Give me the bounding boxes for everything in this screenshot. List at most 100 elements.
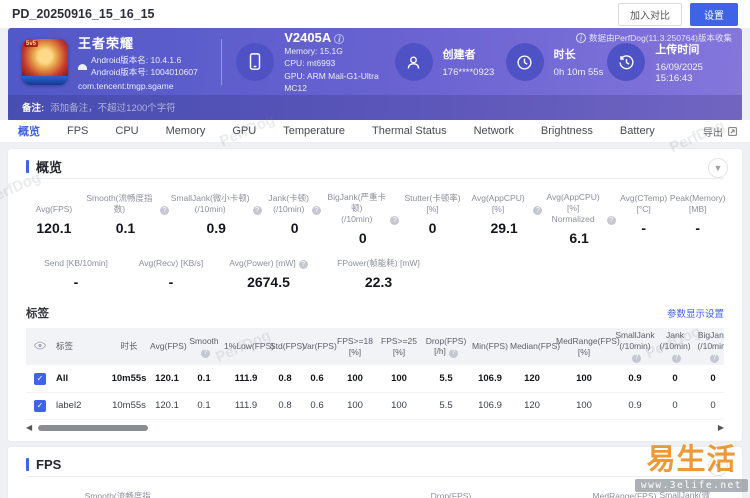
column-header: Var(FPS) <box>301 328 333 365</box>
help-icon[interactable]: ? <box>312 206 321 215</box>
param-display-settings-link[interactable]: 参数显示设置 <box>667 306 724 320</box>
metric-value: - <box>616 220 672 236</box>
eye-icon <box>34 341 46 350</box>
upload-value: 16/09/2025 15:16:43 <box>655 62 728 84</box>
metric: Avg(Recv) [KB/s]- <box>126 258 216 290</box>
labels-title: 标签 <box>26 305 49 321</box>
checkbox-cell <box>26 365 54 392</box>
help-icon[interactable]: ? <box>607 216 616 225</box>
note-field[interactable]: 备注: 添加备注，不超过1200个字符 <box>8 95 742 120</box>
metric: Avg(FPS)120.1 <box>26 490 82 498</box>
top-bar: PD_20250916_15_16_15 加入对比 设置 <box>0 0 750 28</box>
metric-label: Avg(AppCPU) [%] Normalized? <box>542 192 615 225</box>
tab-temperature[interactable]: Temperature <box>283 125 345 137</box>
value-cell: 0 <box>657 365 693 392</box>
creator-label: 创建者 <box>443 46 495 62</box>
export-button[interactable]: 导出 <box>703 120 738 142</box>
tab-fps[interactable]: FPS <box>67 125 88 137</box>
value-cell: 0 <box>693 392 724 419</box>
metric: Avg(FPS)120.1 <box>26 192 82 246</box>
metric-value: 29.1 <box>466 220 543 236</box>
metric: SmallJank(微小卡顿) (/10min)?0.9 <box>169 192 263 246</box>
tab-brightness[interactable]: Brightness <box>541 125 593 137</box>
collapse-overview-button[interactable]: ▼ <box>708 158 728 178</box>
labels-table: 标签时长Avg(FPS)Smooth?1%Low(FPS)Std(FPS)Var… <box>26 328 724 420</box>
value-cell: 0.8 <box>269 392 301 419</box>
device-info-icon[interactable]: i <box>334 34 344 44</box>
checkbox[interactable] <box>34 400 46 412</box>
overview-section: 概览 ▼ Avg(FPS)120.1Smooth(流畅度指数)?0.1Small… <box>8 149 742 441</box>
metric: Avg(AppCPU) [%] Normalized?6.1 <box>542 192 615 246</box>
column-header: Avg(FPS) <box>149 328 185 365</box>
metric-label: FPS>=25 [%] <box>371 490 427 498</box>
tab-bar: 概览 FPS CPU Memory GPU Temperature Thermal Stat… <box>0 120 750 143</box>
help-icon[interactable]: ? <box>160 206 169 215</box>
checkbox[interactable] <box>34 373 46 385</box>
metric-label: SmallJank(微小卡顿) (/10min)? <box>169 192 263 215</box>
metric-value: 0 <box>263 220 326 236</box>
tab-overview[interactable]: 概览 <box>18 123 40 139</box>
help-icon[interactable]: ? <box>632 354 641 363</box>
help-icon[interactable]: ? <box>449 349 458 358</box>
device-gpu: GPU: ARM Mali-G1-Ultra MC12 <box>284 70 394 95</box>
add-to-compare-button[interactable]: 加入对比 <box>618 3 682 26</box>
person-icon <box>395 43 433 81</box>
metric-value: - <box>26 274 126 290</box>
overview-metrics-row2: Send [KB/10min]-Avg(Recv) [KB/s]-Avg(Pow… <box>26 258 724 290</box>
creator-info: 创建者 176****0923 <box>395 43 506 81</box>
scroll-left-arrow[interactable]: ◀ <box>26 424 32 432</box>
value-cell: 120 <box>509 365 555 392</box>
help-icon[interactable]: ? <box>253 206 262 215</box>
column-header: Drop(FPS) [/h]? <box>421 328 471 365</box>
column-header: FPS>=25 [%] <box>377 328 421 365</box>
tab-thermal-status[interactable]: Thermal Status <box>372 125 447 137</box>
column-header: MedRange(FPS)[%] <box>555 328 613 365</box>
metric: FPS>=18 [%]100 <box>316 490 372 498</box>
metric-value: 2674.5 <box>216 274 321 290</box>
tab-memory[interactable]: Memory <box>166 125 206 137</box>
metric-label: Var(FPS) <box>270 490 315 498</box>
metric-label: Avg(AppCPU) [%]? <box>466 192 543 215</box>
tab-network[interactable]: Network <box>474 125 514 137</box>
column-header: Jank (/10min)? <box>657 328 693 365</box>
note-label: 备注: <box>22 100 44 114</box>
table-row: label210m55s120.10.1111.90.80.61001005.5… <box>26 392 724 419</box>
metric: Min(FPS)106.9 <box>487 490 536 498</box>
help-icon[interactable]: ? <box>390 216 399 225</box>
metric: Smooth(流畅度指数)?0.1 <box>82 490 166 498</box>
metric-value: 0 <box>399 220 465 236</box>
metric-label: FPower(帧能耗) [mW] <box>321 258 436 269</box>
tab-gpu[interactable]: GPU <box>232 125 256 137</box>
phone-icon <box>236 43 274 81</box>
tab-cpu[interactable]: CPU <box>115 125 138 137</box>
value-cell: 120.1 <box>149 392 185 419</box>
report-banner: i 数据由PerfDog(11.3.250764)版本收集 5v5 王者荣耀 A… <box>8 28 742 120</box>
creator-value: 176****0923 <box>443 67 495 78</box>
help-icon[interactable]: ? <box>299 260 308 269</box>
metric-label: Std(FPS) <box>225 490 270 498</box>
value-cell: 0.6 <box>301 365 333 392</box>
help-icon[interactable]: ? <box>533 206 542 215</box>
scrollbar-thumb[interactable] <box>38 425 148 431</box>
help-icon[interactable]: ? <box>710 354 719 363</box>
help-icon[interactable]: ? <box>672 354 681 363</box>
settings-button[interactable]: 设置 <box>690 3 738 26</box>
collapse-fps-button[interactable]: ▼ <box>708 456 728 476</box>
metric: Stutter(卡顿率) [%]0 <box>399 192 465 246</box>
note-placeholder: 添加备注，不超过1200个字符 <box>50 100 176 114</box>
column-header: BigJank (/10min)? <box>693 328 724 365</box>
tab-bar-items: 概览 FPS CPU Memory GPU Temperature Thermal Stat… <box>18 123 682 139</box>
labels-table-wrap: 标签时长Avg(FPS)Smooth?1%Low(FPS)Std(FPS)Var… <box>26 328 724 420</box>
upload-info: 上传时间 16/09/2025 15:16:43 <box>607 41 728 84</box>
help-icon[interactable]: ? <box>201 349 210 358</box>
device-info: V2405A i Memory: 15.1G CPU: mt6993 GPU: … <box>236 30 394 94</box>
tab-battery[interactable]: Battery <box>620 125 655 137</box>
metric-value: 0.1 <box>82 220 169 236</box>
metric: BigJank(严重卡顿) (/10min)?0 <box>326 192 399 246</box>
value-cell: 0.9 <box>613 392 657 419</box>
scroll-right-arrow[interactable]: ▶ <box>718 424 724 432</box>
metric: 1%Low(FPS)111.9 <box>166 490 225 498</box>
overview-title: 概览 <box>36 157 62 176</box>
metric: Drop(FPS) [/h]?5.5 <box>427 490 486 498</box>
metric-value: 0 <box>326 230 399 246</box>
